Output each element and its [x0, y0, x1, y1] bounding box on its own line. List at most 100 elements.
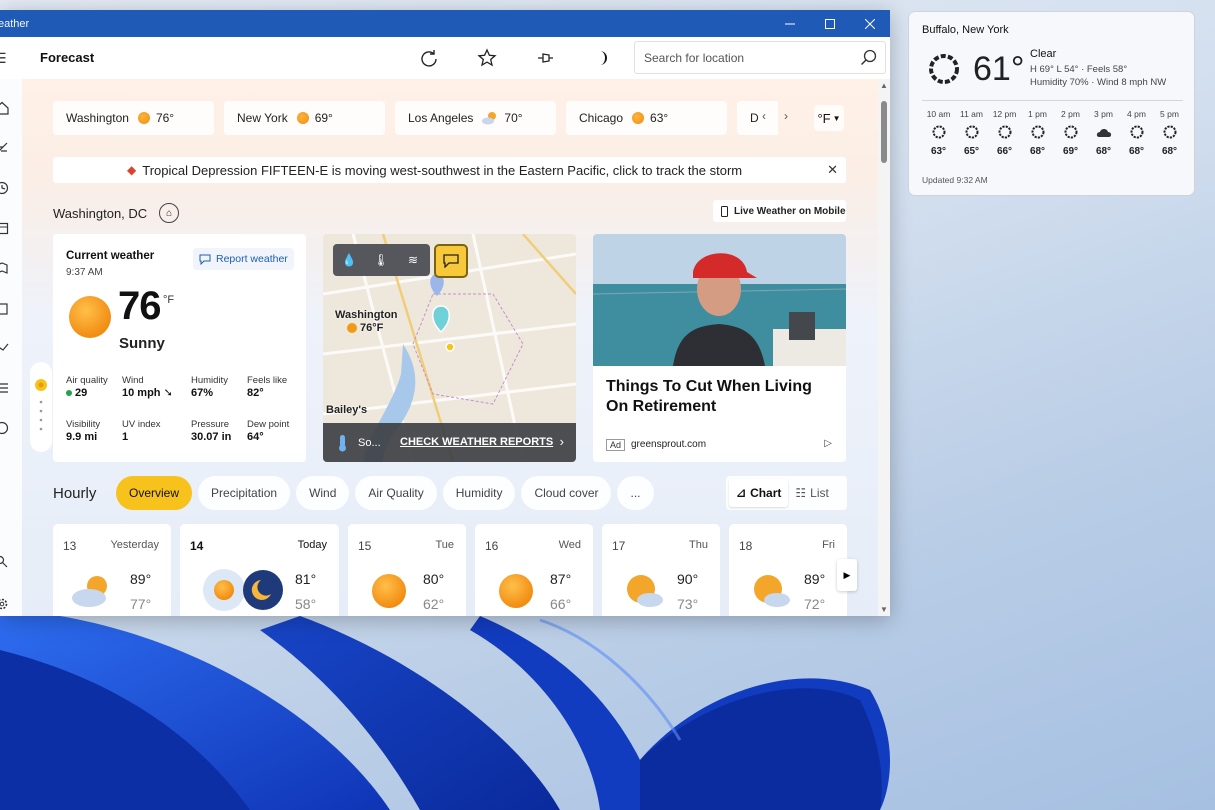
hamburger-menu-icon[interactable]: ☰ — [0, 50, 7, 67]
tab-cloud-cover[interactable]: Cloud cover — [521, 476, 612, 510]
ad-headline[interactable]: Things To Cut When Living On Retirement — [606, 377, 836, 417]
air-quality-metric[interactable]: Air quality 29 — [66, 374, 108, 400]
chat-bubble-icon — [443, 254, 459, 268]
pressure-metric: Pressure 30.07 in — [191, 418, 231, 444]
tab-more[interactable]: ... — [617, 476, 654, 510]
cloudy-icon — [1096, 129, 1111, 137]
low-temp: 73° — [677, 596, 699, 612]
forecast-nav-icon[interactable] — [0, 141, 9, 155]
tab-air-quality[interactable]: Air Quality — [355, 476, 437, 510]
minimize-button[interactable] — [770, 10, 810, 37]
star-icon — [477, 48, 497, 67]
dark-mode-button[interactable] — [590, 46, 614, 70]
scroll-down-icon[interactable]: ▼ — [880, 605, 888, 614]
buildings-icon[interactable] — [0, 301, 9, 315]
list-icon[interactable] — [0, 381, 9, 395]
day-label: Today — [297, 539, 327, 551]
weather-window: eather ☰ Forecast Search for location Wa… — [0, 10, 890, 616]
live-weather-mobile-button[interactable]: Live Weather on Mobile — [713, 200, 846, 222]
history-icon[interactable] — [0, 181, 9, 195]
refresh-button[interactable] — [417, 46, 441, 70]
chart-view-button[interactable]: ⊿ Chart — [729, 479, 789, 507]
vertical-scrollbar[interactable]: ▲ ▼ — [878, 79, 890, 616]
tab-precipitation[interactable]: Precipitation — [198, 476, 291, 510]
day-card[interactable]: 17 Thu 90° 73° — [602, 524, 720, 616]
day-card[interactable]: 18 Fri 89° 72° — [729, 524, 847, 616]
metric-label: Pressure — [191, 419, 230, 430]
close-button[interactable] — [850, 10, 890, 37]
metric-label: Air quality — [66, 375, 108, 386]
unit-selector[interactable]: °F ▼ — [814, 105, 844, 131]
favorite-button[interactable] — [475, 46, 499, 70]
day-card[interactable]: 15 Tue 80° 62° — [348, 524, 466, 616]
metric-value: 9.9 mi — [66, 431, 98, 443]
minimize-icon — [785, 23, 795, 24]
play-right-icon: ▶ — [843, 569, 851, 580]
feels-like-metric: Feels like 82° — [247, 374, 287, 400]
humidity-metric: Humidity 67% — [191, 374, 228, 400]
widget-hour-time: 5 pm — [1160, 109, 1179, 119]
day-card-today[interactable]: 14 Today 81° 58° — [180, 524, 339, 616]
pin-button[interactable] — [533, 46, 557, 70]
wind-layer-icon[interactable]: ≋ — [397, 253, 429, 267]
tab-wind[interactable]: Wind — [296, 476, 350, 510]
high-temp: 87° — [550, 571, 572, 587]
widget-location: Buffalo, New York — [922, 24, 1009, 36]
clear-sun-icon — [998, 125, 1011, 139]
tab-humidity[interactable]: Humidity — [442, 476, 516, 510]
metric-value: 82° — [247, 387, 264, 399]
refresh-icon — [421, 50, 437, 67]
home-icon[interactable] — [0, 101, 9, 115]
search-box[interactable] — [634, 41, 886, 74]
check-weather-reports-link[interactable]: CHECK WEATHER REPORTS — [400, 436, 553, 448]
ad-choices-icon[interactable]: ▷ — [824, 438, 832, 449]
high-temp: 80° — [423, 571, 445, 587]
precipitation-layer-icon[interactable]: 💧 — [333, 253, 365, 267]
smiley-icon[interactable] — [0, 421, 9, 435]
feedback-icon[interactable] — [0, 555, 9, 569]
scrollbar-thumb[interactable] — [881, 101, 887, 163]
maximize-button[interactable] — [810, 10, 850, 37]
weather-widget[interactable]: Buffalo, New York 61° Clear H 69° L 54° … — [908, 11, 1195, 196]
day-card[interactable]: 13 Yesterday 89° 77° — [53, 524, 171, 616]
day-label: Tue — [435, 539, 454, 551]
metric-value: 1 — [122, 431, 129, 443]
search-input[interactable] — [644, 50, 844, 65]
location-name: Washington, DC — [53, 205, 148, 221]
calendar-icon[interactable] — [0, 221, 9, 235]
hourly-tabs: Overview Precipitation Wind Air Quality … — [116, 476, 654, 510]
search-icon[interactable] — [860, 49, 878, 67]
settings-gear-icon[interactable] — [0, 597, 9, 611]
weather-map-card[interactable]: 💧 🌡 ≋ Washington 76°F Bailey's So... CHE… — [323, 234, 576, 462]
widget-hour-time: 1 pm — [1028, 109, 1047, 119]
time-slider[interactable] — [30, 362, 52, 452]
chevron-left-icon[interactable]: ‹ — [762, 109, 766, 123]
check-weather-reports-bar[interactable]: So... CHECK WEATHER REPORTS › — [323, 423, 576, 462]
city-chip-washington[interactable]: Washington 76° — [53, 101, 214, 135]
city-chip-los-angeles[interactable]: Los Angeles 70° — [395, 101, 556, 135]
chart-list-toggle: ⊿ Chart ☷ List — [726, 476, 847, 510]
trends-icon[interactable] — [0, 341, 9, 355]
ad-photo — [593, 234, 846, 366]
widget-hour-temp: 68° — [1095, 146, 1112, 157]
home-location-icon[interactable]: ⌂ — [159, 203, 180, 223]
day-card[interactable]: 16 Wed 87° 66° — [475, 524, 593, 616]
tab-overview[interactable]: Overview — [116, 476, 193, 510]
ad-card[interactable]: Things To Cut When Living On Retirement … — [593, 234, 846, 462]
alert-close-icon[interactable]: ✕ — [827, 162, 838, 178]
chevron-right-icon[interactable]: › — [784, 109, 788, 123]
scroll-up-icon[interactable]: ▲ — [880, 81, 888, 90]
weather-reports-layer-button[interactable] — [434, 244, 468, 278]
report-weather-button[interactable]: Report weather — [193, 248, 294, 270]
slider-track — [35, 379, 47, 431]
city-chip-chicago[interactable]: Chicago 63° — [566, 101, 727, 135]
city-chip-new-york[interactable]: New York 69° — [224, 101, 385, 135]
storm-alert-banner[interactable]: ◆ Tropical Depression FIFTEEN-E is movin… — [53, 157, 846, 183]
temperature-layer-icon[interactable]: 🌡 — [365, 253, 397, 267]
maps-icon[interactable] — [0, 261, 9, 275]
chart-label: Chart — [750, 486, 782, 500]
high-temp: 81° — [295, 571, 317, 587]
title-bar[interactable]: eather — [0, 10, 890, 37]
list-view-button[interactable]: ☷ List — [788, 479, 835, 507]
days-next-button[interactable]: ▶ — [837, 559, 857, 591]
